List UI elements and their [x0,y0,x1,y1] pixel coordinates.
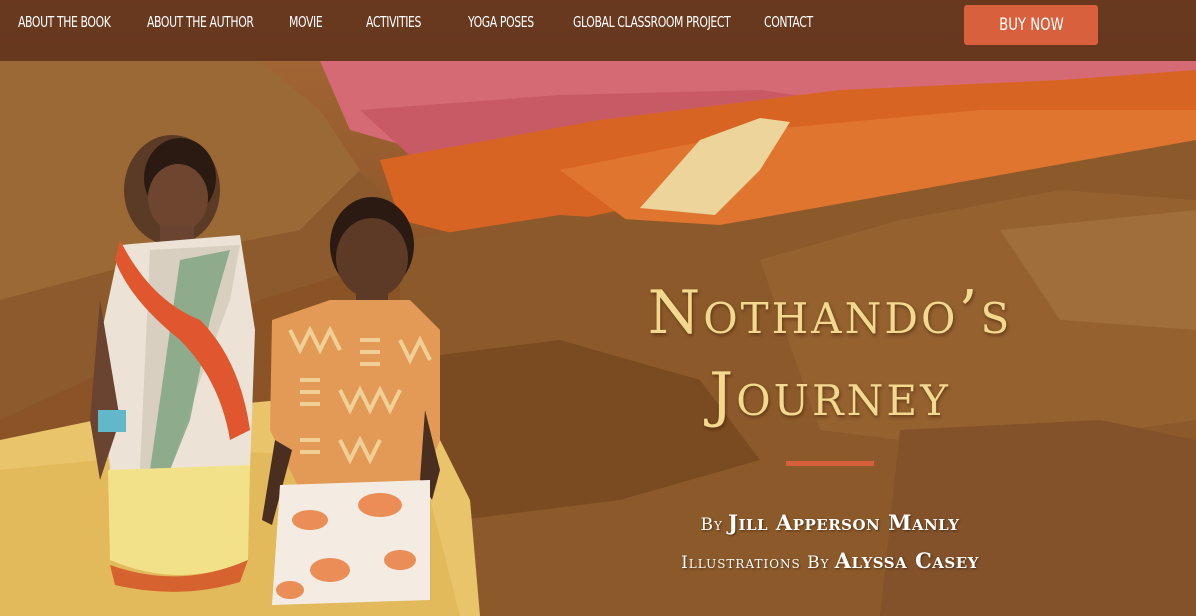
buy-now-button[interactable]: BUY NOW [964,5,1098,45]
nav-movie[interactable]: Movie [289,13,323,31]
book-title-line2: Journey [709,360,951,430]
top-navigation: About the Book About the Author Movie Ac… [0,0,1196,61]
nav-contact[interactable]: Contact [764,13,813,31]
nav-about-the-book[interactable]: About the Book [18,13,111,31]
nav-activities[interactable]: Activities [366,13,421,31]
title-divider [786,461,874,466]
author-prefix: By [700,515,723,535]
author-name: Jill Apperson Manly [728,510,960,535]
author-byline: By Jill Apperson Manly [560,510,1100,535]
book-title-line1: Nothando’s [647,278,1013,348]
book-title: Nothando’s Journey [560,272,1100,436]
illustrator-name: Alyssa Casey [834,548,979,573]
illustrator-prefix: Illustrations By [681,553,830,573]
nav-yoga-poses[interactable]: Yoga Poses [468,13,534,31]
illustrator-byline: Illustrations By Alyssa Casey [560,548,1100,573]
buy-now-label: BUY NOW [998,15,1064,35]
hero-banner: Nothando’s Journey By Jill Apperson Manl… [0,0,1196,616]
nav-global-classroom-project[interactable]: Global Classroom Project [573,13,731,31]
nav-about-the-author[interactable]: About the Author [147,13,254,31]
